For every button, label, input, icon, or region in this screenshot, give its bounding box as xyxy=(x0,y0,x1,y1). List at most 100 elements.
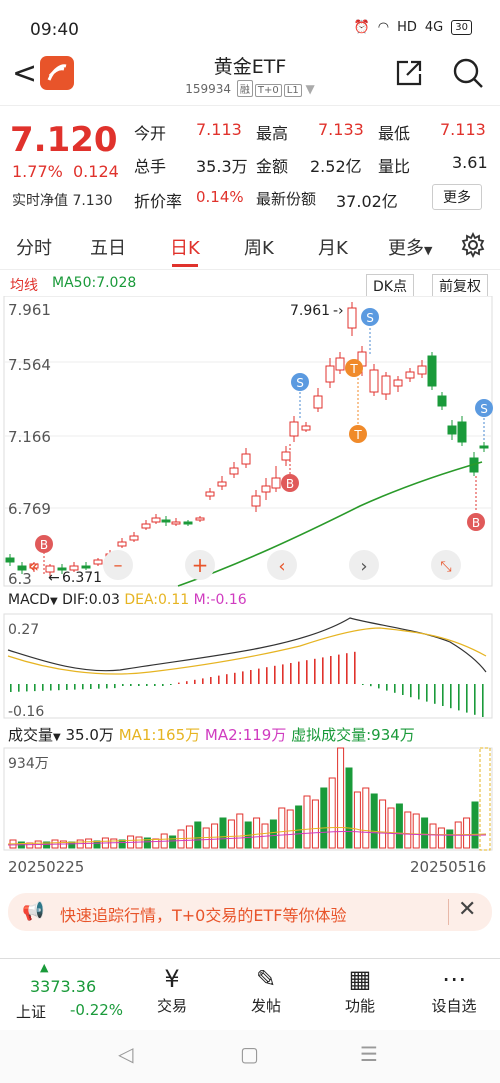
close-icon[interactable]: ✕ xyxy=(458,897,476,922)
kline-chart[interactable]: B S S T T S B B 7.961 -› ← 6.371 7.961 7… xyxy=(0,296,500,588)
volume-ratio-label: 量比 xyxy=(378,157,411,176)
candle-body xyxy=(479,445,489,449)
chevron-left-icon: ‹ xyxy=(278,556,285,577)
amount-value: 2.52亿 xyxy=(310,157,362,176)
macd-bar xyxy=(282,664,284,684)
candle-body xyxy=(5,557,15,563)
tab-five-day[interactable]: 五日 xyxy=(90,234,126,260)
macd-bar xyxy=(178,682,180,684)
macd-bar xyxy=(402,684,404,695)
nav-back-icon[interactable]: ◁ xyxy=(118,1042,133,1066)
macd-bar xyxy=(386,684,388,691)
promo-banner[interactable]: 📢 快速追踪行情，T+0交易的ETF等你体验 ✕ xyxy=(8,893,492,931)
discount-value: 0.14% xyxy=(196,188,244,206)
macd-bar xyxy=(338,654,340,684)
nav-value: 7.130 xyxy=(72,193,113,209)
macd-bar xyxy=(234,672,236,684)
y-axis-label: 7.961 xyxy=(8,301,51,319)
macd-bar xyxy=(170,684,172,685)
tab-weekly-k[interactable]: 周K xyxy=(244,234,274,260)
minus-icon: – xyxy=(114,555,123,576)
macd-bar xyxy=(226,674,228,684)
candle-body xyxy=(251,495,261,507)
volume-bar xyxy=(211,823,219,849)
caret-down-icon: ▼ xyxy=(49,596,58,607)
candle-body xyxy=(325,365,335,383)
nav-label: 实时净值 xyxy=(12,193,68,209)
tab-intraday[interactable]: 分时 xyxy=(16,234,52,260)
change-percent: 1.77% xyxy=(12,162,63,181)
double-left-icon[interactable]: « xyxy=(28,556,39,577)
candle-body xyxy=(151,517,161,523)
index-value: 3373.36 xyxy=(30,977,97,996)
volume-selector[interactable]: 成交量▼ xyxy=(8,726,61,744)
macd-y-bottom: -0.16 xyxy=(8,704,44,720)
candle-body xyxy=(271,477,281,489)
level-tag: L1 xyxy=(283,84,302,97)
candle-body xyxy=(81,565,91,569)
volume-ma1: MA1:165万 xyxy=(118,726,201,744)
candle-body xyxy=(171,521,181,525)
nav-home-icon[interactable]: ▢ xyxy=(240,1042,259,1066)
macd-chart[interactable]: 0.27 -0.16 xyxy=(0,612,500,720)
macd-m: M:-0.16 xyxy=(193,592,247,608)
macd-bar xyxy=(154,684,156,686)
low-arrow-icon: ← xyxy=(48,570,60,586)
open-value: 7.113 xyxy=(196,120,242,139)
more-button[interactable]: 更多 xyxy=(432,184,482,210)
sell-signal-text: S xyxy=(296,376,304,390)
macd-bar xyxy=(394,684,396,693)
search-icon[interactable] xyxy=(452,57,484,93)
status-time: 09:40 xyxy=(30,20,79,40)
dropdown-icon[interactable]: ▼ xyxy=(306,82,315,96)
security-code: 159934 xyxy=(185,82,232,96)
candle-body xyxy=(313,395,323,409)
settings-icon[interactable] xyxy=(460,231,486,262)
nav-row: 实时净值 7.130 xyxy=(12,190,113,210)
date-end: 20250516 xyxy=(410,858,487,876)
ma50-value: MA50:7.028 xyxy=(52,275,137,291)
macd-bar xyxy=(474,684,476,715)
tab-monthly-k[interactable]: 月K xyxy=(318,234,348,260)
macd-bar xyxy=(10,684,12,692)
macd-bar xyxy=(370,684,372,687)
tab-more-label: 更多 xyxy=(388,238,424,259)
price-change: 1.77% 0.124 xyxy=(12,162,119,181)
expand-icon: ⤡ xyxy=(440,559,451,575)
trade-button[interactable]: ¥ 交易 xyxy=(132,959,212,1016)
index-name: 上证 xyxy=(16,1003,47,1021)
macd-selector[interactable]: MACD▼ xyxy=(8,592,58,608)
dk-point-button[interactable]: DK点 xyxy=(366,274,414,298)
macd-bar xyxy=(50,684,52,691)
candle-body xyxy=(347,307,357,329)
volume-bar xyxy=(152,838,160,849)
sell-signal-text: S xyxy=(366,311,374,325)
low-annotation: 6.371 xyxy=(62,570,102,586)
alarm-icon: ⏰ xyxy=(353,20,370,35)
network-label: HD xyxy=(397,20,417,35)
share-icon[interactable] xyxy=(394,58,424,92)
watchlist-button[interactable]: ⋯ 设自选 xyxy=(414,959,494,1016)
volume-bar xyxy=(437,827,445,849)
tab-daily-k[interactable]: 日K xyxy=(170,234,200,267)
volume-bar xyxy=(169,835,177,849)
candle-body xyxy=(381,375,391,395)
macd-bar xyxy=(122,684,124,686)
buy-signal-text: B xyxy=(286,477,294,491)
down-arrow-icon: ▲ xyxy=(40,961,49,974)
macd-bar xyxy=(274,665,276,684)
tab-more[interactable]: 更多▼ xyxy=(388,234,432,260)
macd-bar xyxy=(354,651,356,684)
candle-body xyxy=(393,379,403,387)
t-signal-text: T xyxy=(353,428,362,442)
amount-label: 金额 xyxy=(256,157,289,176)
volume-chart[interactable]: 934万 xyxy=(0,746,500,852)
post-button[interactable]: ✎ 发帖 xyxy=(226,959,306,1016)
candle-body xyxy=(335,357,345,371)
functions-button[interactable]: ▦ 功能 xyxy=(320,959,400,1016)
volume-bar xyxy=(429,823,437,849)
volume-bar xyxy=(370,793,378,849)
adjust-button[interactable]: 前复权 xyxy=(432,274,488,298)
nav-menu-icon[interactable]: ☰ xyxy=(360,1042,378,1066)
volume-bar xyxy=(278,807,286,849)
